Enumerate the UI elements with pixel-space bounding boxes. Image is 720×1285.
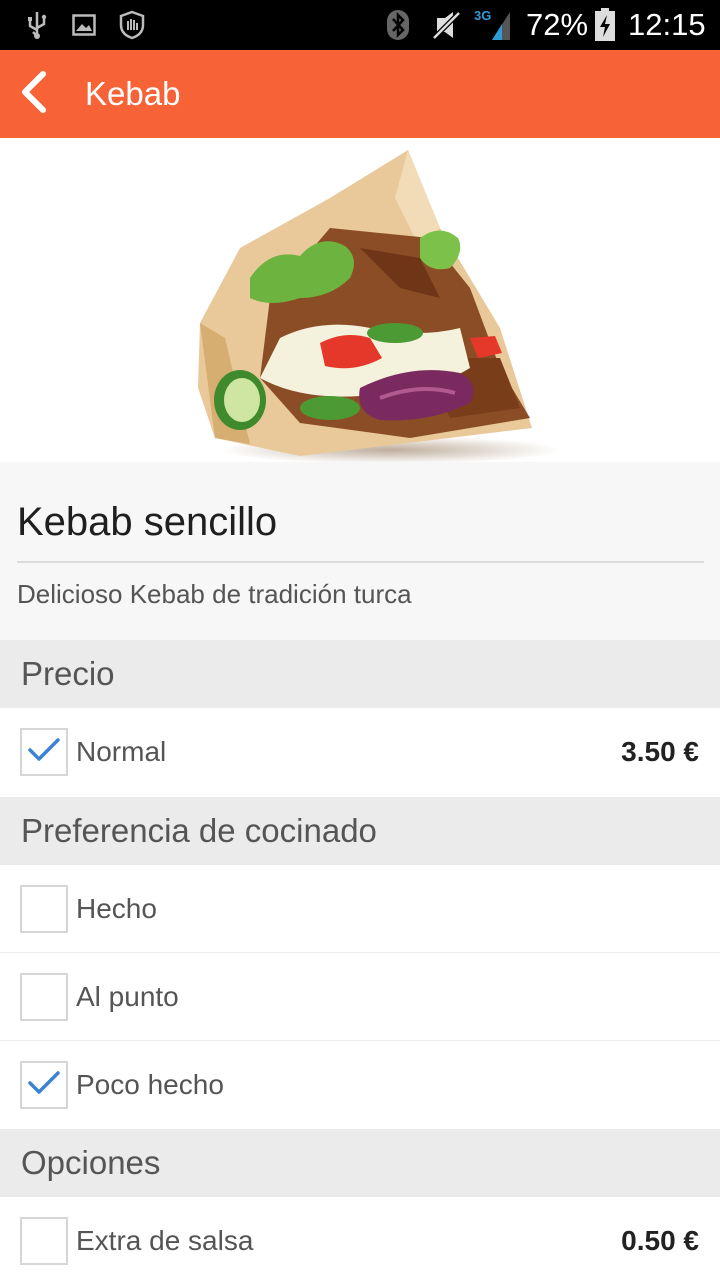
section-title: Precio xyxy=(21,655,115,692)
check-icon xyxy=(27,1070,61,1101)
option-row-normal[interactable]: Normal 3.50 € xyxy=(0,708,720,796)
option-row-extra-salsa[interactable]: Extra de salsa 0.50 € xyxy=(0,1197,720,1285)
page-title: Kebab xyxy=(85,75,181,112)
section-title: Opciones xyxy=(21,1144,161,1181)
product-description: Delicioso Kebab de tradición turca xyxy=(17,579,412,609)
option-label: Poco hecho xyxy=(76,1069,224,1100)
vibrate-off-icon xyxy=(430,10,462,40)
option-row-poco-hecho[interactable]: Poco hecho xyxy=(0,1041,720,1129)
bluetooth-icon xyxy=(384,10,412,40)
status-bar: 3G 72% 12:15 xyxy=(0,0,720,50)
section-header-price: Precio xyxy=(0,640,720,708)
option-label: Normal xyxy=(76,736,167,767)
chevron-left-icon xyxy=(17,70,51,119)
checkbox-al-punto[interactable] xyxy=(20,973,68,1021)
option-row-hecho[interactable]: Hecho xyxy=(0,865,720,953)
back-button[interactable] xyxy=(10,70,58,118)
divider xyxy=(17,561,704,563)
battery-charging-icon xyxy=(592,8,618,41)
app-bar: Kebab xyxy=(0,50,720,138)
checkbox-extra-salsa[interactable] xyxy=(20,1217,68,1265)
svg-text:3G: 3G xyxy=(474,8,491,23)
usb-icon xyxy=(22,10,52,40)
section-title: Preferencia de cocinado xyxy=(21,812,377,849)
product-name: Kebab sencillo xyxy=(17,500,278,544)
product-image xyxy=(0,138,720,464)
signal-icon: 3G xyxy=(472,8,514,40)
option-label: Extra de salsa xyxy=(76,1225,254,1256)
section-header-extras: Opciones xyxy=(0,1129,720,1197)
option-label: Hecho xyxy=(76,893,157,924)
option-price: 3.50 € xyxy=(621,736,699,767)
checkbox-poco-hecho[interactable] xyxy=(20,1061,68,1109)
image-icon xyxy=(70,10,98,40)
option-price: 0.50 € xyxy=(621,1225,699,1256)
product-info: Kebab sencillo Delicioso Kebab de tradic… xyxy=(0,462,720,640)
checkbox-normal[interactable] xyxy=(20,728,68,776)
battery-percent: 72% xyxy=(526,7,589,42)
option-label: Al punto xyxy=(76,981,179,1012)
check-icon xyxy=(27,737,61,768)
shield-hand-icon xyxy=(116,10,148,40)
checkbox-hecho[interactable] xyxy=(20,885,68,933)
section-header-cooking: Preferencia de cocinado xyxy=(0,797,720,865)
kebab-image xyxy=(198,150,560,464)
option-row-al-punto[interactable]: Al punto xyxy=(0,953,720,1041)
clock: 12:15 xyxy=(628,7,706,42)
